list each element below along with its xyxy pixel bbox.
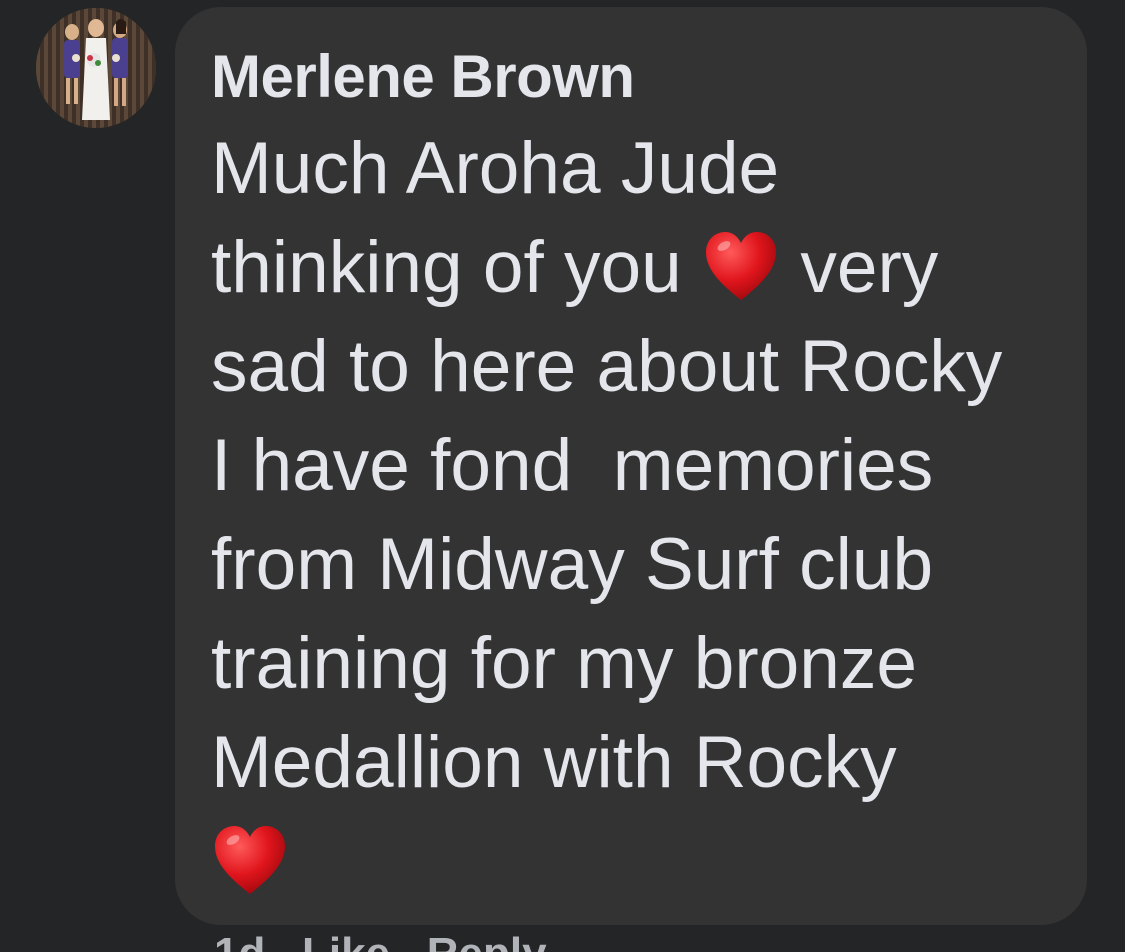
heart-emoji — [211, 822, 289, 900]
timestamp[interactable]: 1d — [214, 929, 265, 952]
comment-bubble: Merlene Brown Much Aroha Jude thinking o… — [175, 7, 1087, 925]
comment-text: Much Aroha Jude thinking of you very sad… — [211, 119, 1061, 911]
comment-footer: 1d Like Reply — [214, 932, 547, 952]
like-button[interactable]: Like — [302, 929, 390, 952]
reply-button[interactable]: Reply — [427, 929, 547, 952]
comment-line: from Midway Surf club — [211, 524, 934, 605]
comment-line: thinking of you very — [211, 218, 1061, 317]
heart-emoji — [702, 228, 780, 306]
avatar[interactable] — [36, 8, 156, 128]
comment-line-part: thinking of you — [211, 227, 682, 308]
comment-line: training for my bronze — [211, 623, 917, 704]
comment-line: Medallion with Rocky — [211, 722, 897, 803]
comment-line — [211, 812, 1061, 911]
comment-line-part: very — [800, 227, 939, 308]
comment-line: sad to here about Rocky — [211, 326, 1003, 407]
comment-line: Much Aroha Jude — [211, 128, 780, 209]
comment-line: I have fond memories — [211, 425, 934, 506]
author-name[interactable]: Merlene Brown — [211, 47, 1057, 107]
